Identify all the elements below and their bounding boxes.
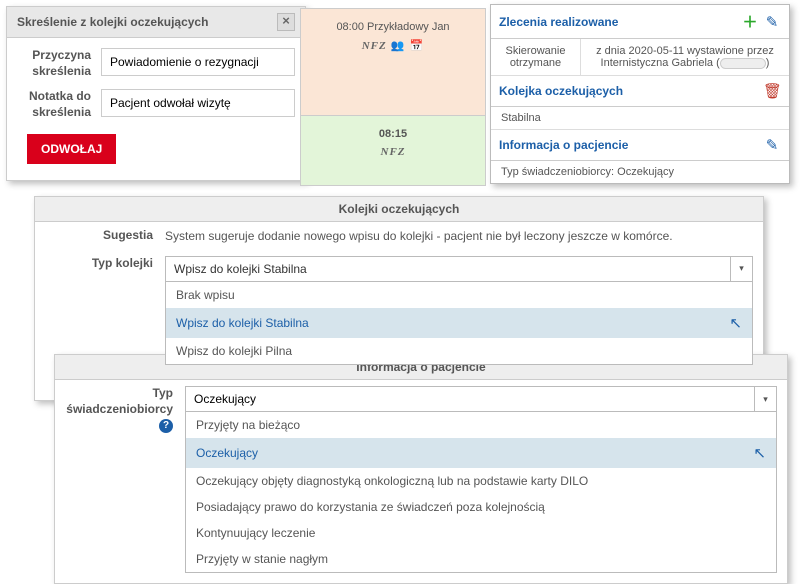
- cursor-icon: ↖: [729, 314, 742, 332]
- beneficiary-type-dropdown: Przyjęty na bieżąco Oczekujący ↖ Oczekuj…: [185, 412, 777, 573]
- cancel-button[interactable]: ODWOŁAJ: [27, 134, 116, 164]
- patient-info-sub: Typ świadczeniobiorcy: Oczekujący: [491, 161, 789, 183]
- queue-type-combo[interactable]: ▾: [165, 256, 753, 282]
- slot-time-label: 08:00 Przykładowy Jan: [307, 21, 479, 33]
- help-icon[interactable]: ?: [159, 419, 173, 433]
- note-label: Notatka do skreślenia: [17, 89, 101, 120]
- reason-label: Przyczyna skreślenia: [17, 48, 101, 79]
- suggestion-label: Sugestia: [45, 228, 165, 244]
- order-c2: z dnia 2020-05-11 wystawione przez Inter…: [581, 39, 789, 75]
- orders-panel: Zlecenia realizowane ＋ ✎ Skierowanie otr…: [490, 4, 790, 184]
- chevron-down-icon[interactable]: ▾: [730, 257, 752, 281]
- chevron-down-icon[interactable]: ▾: [754, 387, 776, 411]
- queue-section-title: Kolejka oczekujących: [499, 84, 759, 98]
- order-row: Skierowanie otrzymane z dnia 2020-05-11 …: [491, 39, 789, 76]
- patient-info-title: Informacja o pacjencie: [499, 138, 759, 152]
- patient-info-panel: Informacja o pacjencie Typ świadczeniobi…: [54, 354, 788, 584]
- dropdown-option[interactable]: Oczekujący ↖: [186, 438, 776, 468]
- slot-time-label: 08:15: [307, 128, 479, 140]
- add-icon[interactable]: ＋: [741, 11, 759, 32]
- orders-title: Zlecenia realizowane: [499, 15, 737, 29]
- slot-icons: NFZ 👥 📅: [307, 39, 479, 52]
- slot-0800[interactable]: 08:00 Przykładowy Jan NFZ 👥 📅: [300, 8, 486, 116]
- cancel-panel: Skreślenie z kolejki oczekujących × Przy…: [6, 6, 306, 181]
- beneficiary-type-combo[interactable]: ▾: [185, 386, 777, 412]
- queue-type-label: Typ kolejki: [45, 256, 165, 272]
- note-input[interactable]: [101, 89, 295, 117]
- queue-type-input[interactable]: [166, 257, 730, 281]
- cursor-icon: ↖: [753, 444, 766, 462]
- slot-icons: NFZ: [307, 146, 479, 158]
- dropdown-option[interactable]: Brak wpisu: [166, 282, 752, 308]
- cancel-header: Skreślenie z kolejki oczekujących ×: [7, 7, 305, 38]
- dropdown-option[interactable]: Posiadający prawo do korzystania ze świa…: [186, 494, 776, 520]
- edit-icon[interactable]: ✎: [763, 136, 781, 154]
- suggestion-text: System sugeruje dodanie nowego wpisu do …: [165, 229, 753, 243]
- queue-type-dropdown: Brak wpisu Wpisz do kolejki Stabilna ↖ W…: [165, 282, 753, 365]
- beneficiary-type-label: Typ świadczeniobiorcy ?: [65, 386, 185, 433]
- reason-input[interactable]: [101, 48, 295, 76]
- queue-sub: Stabilna: [491, 107, 789, 130]
- dropdown-option[interactable]: Oczekujący objęty diagnostyką onkologicz…: [186, 468, 776, 494]
- dropdown-option[interactable]: Wpisz do kolejki Pilna: [166, 338, 752, 364]
- dropdown-option[interactable]: Kontynuujący leczenie: [186, 520, 776, 546]
- slot-0815[interactable]: 08:15 NFZ: [300, 116, 486, 186]
- queue-header: Kolejki oczekujących: [35, 197, 763, 222]
- dropdown-option[interactable]: Przyjęty w stanie nagłym: [186, 546, 776, 572]
- dropdown-option[interactable]: Wpisz do kolejki Stabilna ↖: [166, 308, 752, 338]
- edit-icon[interactable]: ✎: [763, 13, 781, 31]
- order-c1: Skierowanie otrzymane: [491, 39, 581, 75]
- trash-icon[interactable]: 🗑: [763, 82, 781, 100]
- cancel-title: Skreślenie z kolejki oczekujących: [17, 15, 208, 29]
- close-icon[interactable]: ×: [277, 13, 295, 31]
- beneficiary-type-input[interactable]: [186, 387, 754, 411]
- appointment-slots: 08:00 Przykładowy Jan NFZ 👥 📅 08:15 NFZ: [300, 8, 486, 186]
- dropdown-option[interactable]: Przyjęty na bieżąco: [186, 412, 776, 438]
